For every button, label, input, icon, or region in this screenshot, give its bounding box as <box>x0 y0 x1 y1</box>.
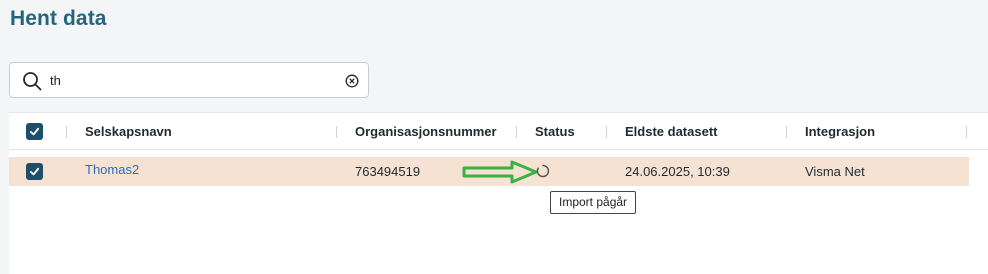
clear-icon[interactable] <box>345 74 359 88</box>
oldest-dataset-cell: 24.06.2025, 10:39 <box>625 164 730 179</box>
row-checkbox[interactable] <box>26 163 43 180</box>
search-input[interactable] <box>50 70 340 90</box>
column-separator <box>336 126 337 138</box>
table-row[interactable]: Thomas2 763494519 24.06.2025, 10:39 Vism… <box>9 157 969 186</box>
column-header-org-number[interactable]: Organisasjonsnummer <box>355 124 497 139</box>
org-number-cell: 763494519 <box>355 164 421 179</box>
column-header-status[interactable]: Status <box>535 124 575 139</box>
column-separator <box>66 126 67 138</box>
page-title: Hent data <box>10 7 107 30</box>
column-header-oldest-dataset[interactable]: Eldste datasett <box>625 124 717 139</box>
company-name-link[interactable]: Thomas2 <box>85 162 139 177</box>
data-table: Selskapsnavn Organisasjonsnummer Status … <box>9 112 988 274</box>
column-header-integration[interactable]: Integrasjon <box>805 124 875 139</box>
table-header: Selskapsnavn Organisasjonsnummer Status … <box>9 113 988 150</box>
column-separator <box>966 126 967 138</box>
column-separator <box>606 126 607 138</box>
checkmark-icon <box>29 167 40 176</box>
column-separator <box>516 126 517 138</box>
column-header-company[interactable]: Selskapsnavn <box>85 124 172 139</box>
checkmark-icon <box>29 127 40 136</box>
column-separator <box>786 126 787 138</box>
search-icon <box>23 72 42 91</box>
select-all-checkbox[interactable] <box>26 123 43 140</box>
status-tooltip: Import pågår <box>550 191 637 214</box>
search-box <box>9 62 369 98</box>
loading-spinner-icon <box>536 164 550 178</box>
annotation-arrow-icon <box>462 160 538 184</box>
integration-cell: Visma Net <box>805 164 865 179</box>
